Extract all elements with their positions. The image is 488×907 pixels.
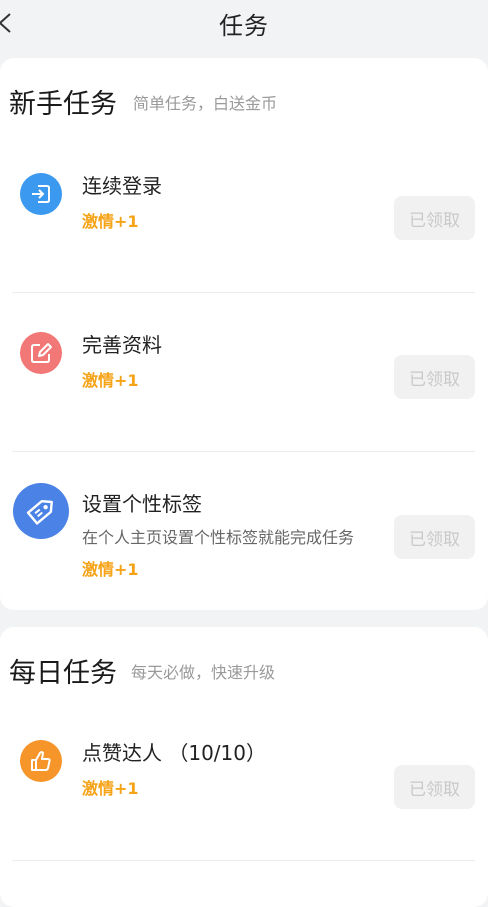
task-title: 设置个性标签 [82,492,202,516]
daily-tasks-card: 每日任务 每天必做，快速升级 点赞达人 （10/10） 激情+1 已领取 [0,627,488,907]
task-title: 完善资料 [82,333,162,357]
top-bar: 任务 [0,0,488,46]
section-title: 每日任务 [9,658,117,689]
thumbs-up-icon [20,740,62,782]
claimed-button[interactable]: 已领取 [394,515,475,559]
task-item: 完善资料 激情+1 已领取 [0,317,488,451]
section-subtitle: 每天必做，快速升级 [131,663,276,682]
task-reward: 激情+1 [82,779,139,798]
tag-icon [13,483,69,539]
task-item: 设置个性标签 在个人主页设置个性标签就能完成任务 激情+1 已领取 [0,478,488,610]
novice-tasks-card: 新手任务 简单任务，白送金币 连续登录 激情+1 已领取 完善资料 激情+1 已… [0,58,488,610]
task-reward: 激情+1 [82,560,139,579]
claimed-button[interactable]: 已领取 [394,355,475,399]
divider [12,860,475,861]
task-title: 连续登录 [82,174,162,198]
divider [12,292,475,293]
page-title: 任务 [219,12,269,40]
claimed-button[interactable]: 已领取 [394,196,475,240]
edit-icon [20,332,62,374]
task-reward: 激情+1 [82,371,139,390]
task-title: 点赞达人 （10/10） [82,741,266,765]
claimed-button[interactable]: 已领取 [394,765,475,809]
section-subtitle: 简单任务，白送金币 [133,94,278,113]
task-description: 在个人主页设置个性标签就能完成任务 [82,528,355,547]
task-item: 连续登录 激情+1 已领取 [0,158,488,292]
task-item: 点赞达人 （10/10） 激情+1 已领取 [0,725,488,859]
task-reward: 激情+1 [82,212,139,231]
section-title: 新手任务 [9,89,117,120]
divider [12,451,475,452]
login-icon [20,173,62,215]
